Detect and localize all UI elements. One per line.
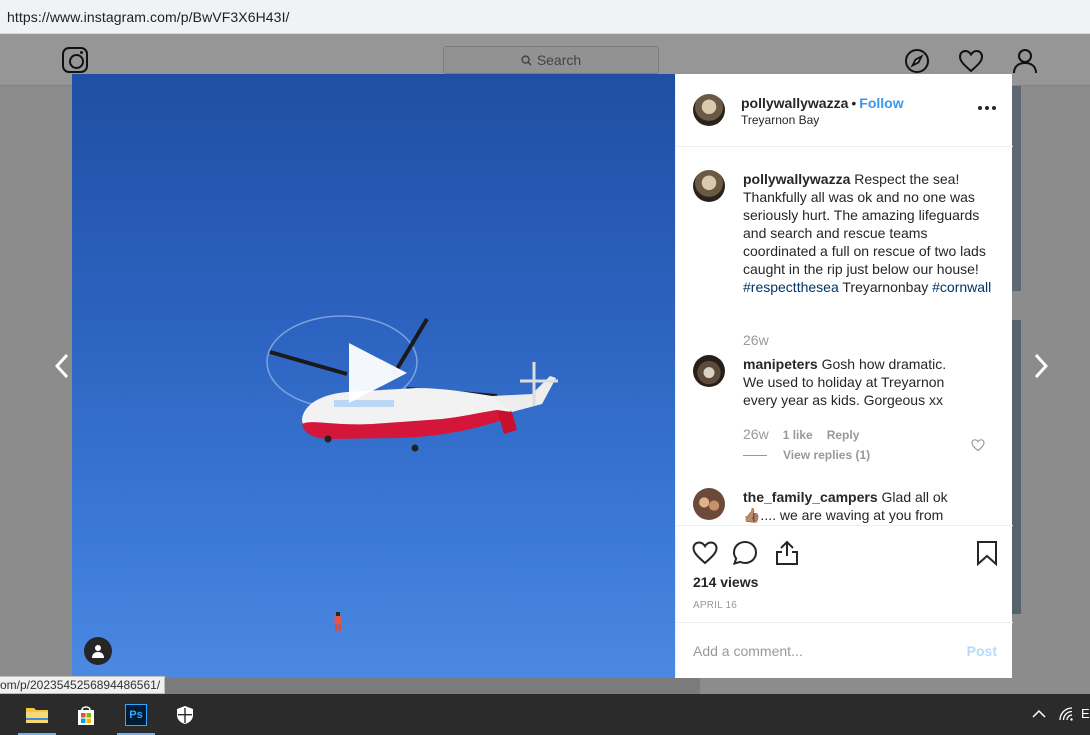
tagged-users-icon[interactable]: [84, 637, 112, 665]
activity-heart-icon[interactable]: [957, 47, 985, 75]
save-bookmark-icon[interactable]: [974, 540, 1000, 566]
instagram-logo-icon[interactable]: [62, 47, 88, 73]
comment-meta: 26w 1 like Reply: [743, 426, 859, 442]
post-location[interactable]: Treyarnon Bay: [741, 113, 819, 127]
hashtag-link[interactable]: #cornwall: [932, 279, 991, 295]
link-status-bar: om/p/2023545256894486561/: [0, 676, 166, 694]
background-thumbnail-row: [160, 678, 700, 694]
explore-compass-icon[interactable]: [903, 47, 931, 75]
background-thumbnail: [1012, 320, 1021, 614]
play-button-icon[interactable]: [345, 341, 409, 405]
post-video[interactable]: [72, 74, 675, 678]
windows-taskbar: Ps E: [0, 694, 1090, 735]
share-icon[interactable]: [774, 540, 800, 566]
show-hidden-icons-chevron-icon[interactable]: [1032, 709, 1046, 719]
view-count[interactable]: 214 views: [693, 574, 758, 590]
follow-button[interactable]: Follow: [859, 95, 903, 111]
file-explorer-icon[interactable]: [14, 694, 60, 735]
wifi-icon[interactable]: [1058, 706, 1074, 722]
comments-list[interactable]: pollywallywazza Respect the sea! Thankfu…: [676, 148, 1013, 525]
caption: pollywallywazza Respect the sea! Thankfu…: [743, 170, 993, 296]
comment-age[interactable]: 26w: [743, 426, 769, 442]
comment: manipeters Gosh how dramatic. We used to…: [743, 355, 953, 409]
search-icon: [521, 54, 532, 66]
comment-likes[interactable]: 1 like: [783, 428, 813, 442]
avatar[interactable]: [693, 355, 725, 387]
separator-dot: •: [851, 95, 857, 111]
view-replies-label: View replies (1): [783, 448, 871, 462]
photoshop-icon[interactable]: Ps: [113, 694, 159, 735]
more-options-icon[interactable]: [975, 100, 999, 116]
caption-age[interactable]: 26w: [743, 332, 769, 348]
post-date[interactable]: APRIL 16: [693, 600, 737, 611]
like-comment-heart-icon[interactable]: [971, 438, 985, 452]
post-sidebar: pollywallywazza • Follow Treyarnon Bay pol…: [675, 74, 1013, 678]
post-header: pollywallywazza • Follow Treyarnon Bay: [676, 74, 1013, 147]
comment-bubble-icon[interactable]: [732, 540, 758, 566]
view-replies-button[interactable]: View replies (1): [743, 448, 870, 462]
comment-username[interactable]: manipeters: [743, 356, 818, 372]
hashtag-link[interactable]: #respectthesea: [743, 279, 839, 295]
caption-text-tail: Treyarnonbay: [842, 279, 929, 295]
rescue-diver-figure: [334, 612, 342, 631]
add-comment-field[interactable]: Add a comment... Post: [676, 622, 1013, 678]
browser-url-bar[interactable]: https://www.instagram.com/p/BwVF3X6H43I/: [0, 0, 1090, 34]
next-post-arrow-icon[interactable]: [1030, 348, 1052, 384]
profile-icon[interactable]: [1011, 47, 1039, 75]
background-thumbnail: [1012, 86, 1021, 291]
reply-button[interactable]: Reply: [827, 428, 860, 442]
post-comment-button[interactable]: Post: [967, 643, 997, 659]
avatar[interactable]: [693, 94, 725, 126]
like-heart-icon[interactable]: [692, 540, 718, 566]
post-modal: pollywallywazza • Follow Treyarnon Bay pol…: [72, 74, 1013, 678]
language-indicator[interactable]: E: [1081, 706, 1090, 721]
previous-post-arrow-icon[interactable]: [51, 348, 73, 384]
microsoft-store-icon[interactable]: [63, 694, 109, 735]
post-actions: 214 views APRIL 16: [676, 525, 1013, 621]
post-owner-line: pollywallywazza • Follow: [741, 95, 904, 111]
caption-username[interactable]: pollywallywazza: [743, 171, 850, 187]
photoshop-label: Ps: [125, 703, 147, 726]
url-text[interactable]: https://www.instagram.com/p/BwVF3X6H43I/: [7, 9, 290, 25]
post-owner-username[interactable]: pollywallywazza: [741, 95, 848, 111]
add-comment-placeholder[interactable]: Add a comment...: [693, 643, 803, 659]
comment-username[interactable]: the_family_campers: [743, 489, 878, 505]
comment: the_family_campers Glad all ok 👍🏽.... we…: [743, 488, 953, 524]
windows-security-icon[interactable]: [162, 694, 208, 735]
avatar[interactable]: [693, 170, 725, 202]
screen: https://www.instagram.com/p/BwVF3X6H43I/…: [0, 0, 1090, 735]
search-placeholder: Search: [536, 52, 582, 68]
search-input[interactable]: Search: [443, 46, 659, 74]
avatar[interactable]: [693, 488, 725, 520]
